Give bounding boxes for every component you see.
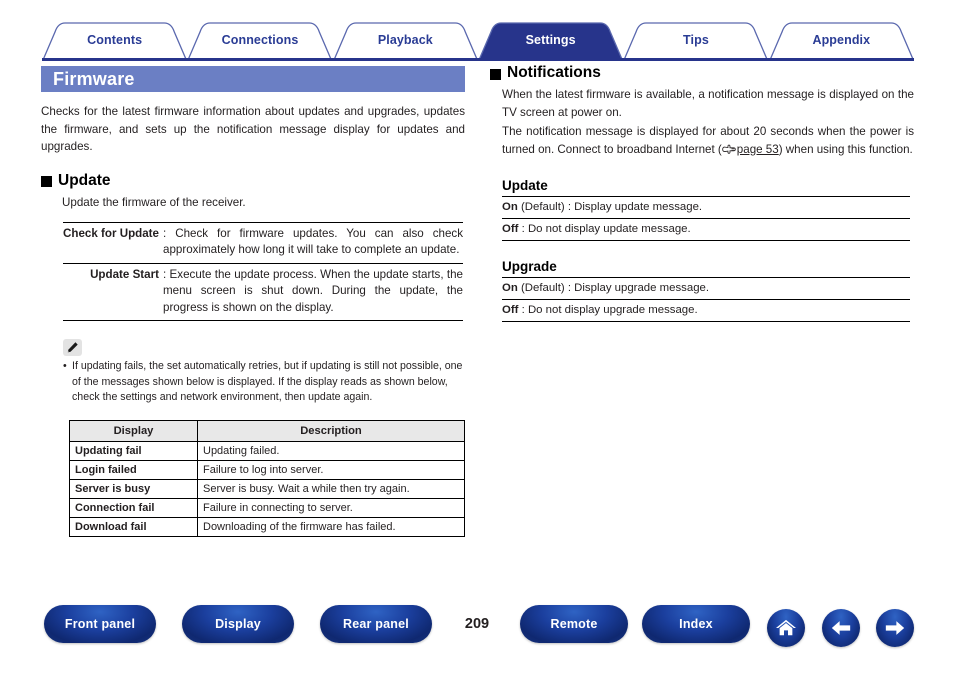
tab-label: Contents xyxy=(87,33,143,47)
arrow-left-icon[interactable] xyxy=(822,609,860,647)
footer-navigation: 209 Front panel Display Rear panel Remote In… xyxy=(0,605,954,653)
table-row: Server is busy Server is busy. Wait a whi… xyxy=(69,478,465,499)
footer-button-label: Index xyxy=(679,617,713,631)
tab-tips[interactable]: Tips xyxy=(623,22,769,60)
table-row: Updating fail Updating failed. xyxy=(69,440,465,461)
footer-button-label: Remote xyxy=(550,617,598,631)
footer-button-front-panel[interactable]: Front panel xyxy=(44,605,156,643)
cell-display: Connection fail xyxy=(69,497,198,518)
option-description: : Display update message. xyxy=(564,201,703,213)
intro-paragraph: Checks for the latest firmware informati… xyxy=(41,105,465,153)
square-bullet-icon xyxy=(41,176,52,187)
cell-display: Server is busy xyxy=(69,478,198,499)
option-row: Off : Do not display upgrade message. xyxy=(502,300,910,322)
tab-playback[interactable]: Playback xyxy=(332,22,478,60)
page-title: Firmware xyxy=(41,66,465,92)
option-default-tag: (Default) xyxy=(517,201,565,213)
home-icon[interactable] xyxy=(767,609,805,647)
table-row: Connection fail Failure in connecting to … xyxy=(69,497,465,518)
square-bullet-icon xyxy=(490,68,501,80)
tab-appendix[interactable]: Appendix xyxy=(768,22,914,60)
option-description: : Do not display update message. xyxy=(518,223,691,235)
note-block: • If updating fails, the set automaticall… xyxy=(63,339,463,406)
definition-body: : Check for firmware updates. You can al… xyxy=(163,226,463,257)
footer-button-rear-panel[interactable]: Rear panel xyxy=(320,605,432,643)
pencil-icon xyxy=(63,339,82,356)
column-header-description: Description xyxy=(197,419,465,442)
tab-label: Playback xyxy=(377,33,433,47)
table-header-row: Display Description xyxy=(69,419,465,442)
cell-display: Download fail xyxy=(69,516,198,537)
column-header-display: Display xyxy=(69,419,198,442)
upgrade-options-list: On (Default) : Display upgrade message. O… xyxy=(502,277,910,322)
option-description: : Do not display upgrade message. xyxy=(518,304,698,316)
notifications-paragraph-1: When the latest firmware is available, a… xyxy=(502,88,914,119)
note-text: • If updating fails, the set automaticall… xyxy=(63,359,463,406)
cell-description: Server is busy. Wait a while then try ag… xyxy=(197,478,465,499)
page-number: 209 xyxy=(464,616,490,632)
cell-description: Downloading of the firmware has failed. xyxy=(197,516,465,537)
tab-label: Connections xyxy=(221,33,299,47)
option-row: On (Default) : Display update message. xyxy=(502,197,910,219)
option-name: Off xyxy=(502,223,519,235)
option-row: On (Default) : Display upgrade message. xyxy=(502,278,910,300)
cell-display: Updating fail xyxy=(69,440,198,461)
definition-row: Update Start : Execute the update process… xyxy=(63,264,463,321)
footer-button-label: Front panel xyxy=(64,617,136,631)
tab-settings[interactable]: Settings xyxy=(478,22,624,60)
cell-description: Failure to log into server. xyxy=(197,459,465,480)
definition-term: Update Start xyxy=(90,267,159,281)
section-heading-update: Update xyxy=(41,172,465,190)
section-heading-notifications-label: Notifications xyxy=(507,64,601,81)
definition-term: Check for Update xyxy=(63,226,159,240)
footer-button-remote[interactable]: Remote xyxy=(520,605,628,643)
notifications-paragraph-2: The notification message is displayed fo… xyxy=(502,123,914,160)
update-options-list: On (Default) : Display update message. Of… xyxy=(502,196,910,241)
option-name: Off xyxy=(502,304,519,316)
option-name: On xyxy=(502,201,518,213)
subheading-update: Update xyxy=(502,178,548,193)
note-body: If updating fails, the set automatically… xyxy=(72,360,463,403)
option-row: Off : Do not display update message. xyxy=(502,219,910,241)
table-row: Download fail Downloading of the firmware… xyxy=(69,516,465,537)
right-column: Notifications When the latest firmware i… xyxy=(490,64,914,322)
definition-body: : Execute the update process. When the u… xyxy=(163,267,463,314)
left-column: Firmware Checks for the latest firmware … xyxy=(41,66,465,537)
tab-label: Appendix xyxy=(812,33,871,47)
update-definition-list: Check for Update : Check for firmware upd… xyxy=(63,221,463,321)
definition-row: Check for Update : Check for firmware upd… xyxy=(63,223,463,264)
option-description: : Display upgrade message. xyxy=(564,282,710,294)
option-name: On xyxy=(502,282,518,294)
footer-button-display[interactable]: Display xyxy=(182,605,294,643)
section-heading-notifications: Notifications xyxy=(490,64,914,82)
footer-button-label: Display xyxy=(215,617,261,631)
cell-description: Failure in connecting to server. xyxy=(197,497,465,518)
tab-label: Tips xyxy=(683,33,709,47)
footer-button-label: Rear panel xyxy=(343,617,409,631)
pointing-hand-icon xyxy=(722,143,736,161)
tab-connections[interactable]: Connections xyxy=(187,22,333,60)
subheading-upgrade: Upgrade xyxy=(502,259,557,274)
tab-label: Settings xyxy=(525,33,576,47)
option-default-tag: (Default) xyxy=(517,282,565,294)
tab-underline-rule xyxy=(42,58,914,61)
update-subtitle: Update the firmware of the receiver. xyxy=(62,195,246,209)
arrow-right-icon[interactable] xyxy=(876,609,914,647)
section-heading-update-label: Update xyxy=(58,171,111,189)
cell-display: Login failed xyxy=(69,459,198,480)
tab-contents[interactable]: Contents xyxy=(42,22,188,60)
notifications-para2-after: ) when using this function. xyxy=(778,142,913,156)
page-link-text[interactable]: page 53 xyxy=(737,143,779,156)
cell-description: Updating failed. xyxy=(197,440,465,461)
navigation-tabs: Contents Connections Playback Settings Tips A… xyxy=(42,22,914,60)
page-reference-link[interactable]: page 53 xyxy=(722,143,779,156)
footer-button-index[interactable]: Index xyxy=(642,605,750,643)
table-row: Login failed Failure to log into server. xyxy=(69,459,465,480)
note-bullet: • xyxy=(63,360,67,372)
error-message-table: Display Description Updating fail Updatin… xyxy=(69,419,465,537)
